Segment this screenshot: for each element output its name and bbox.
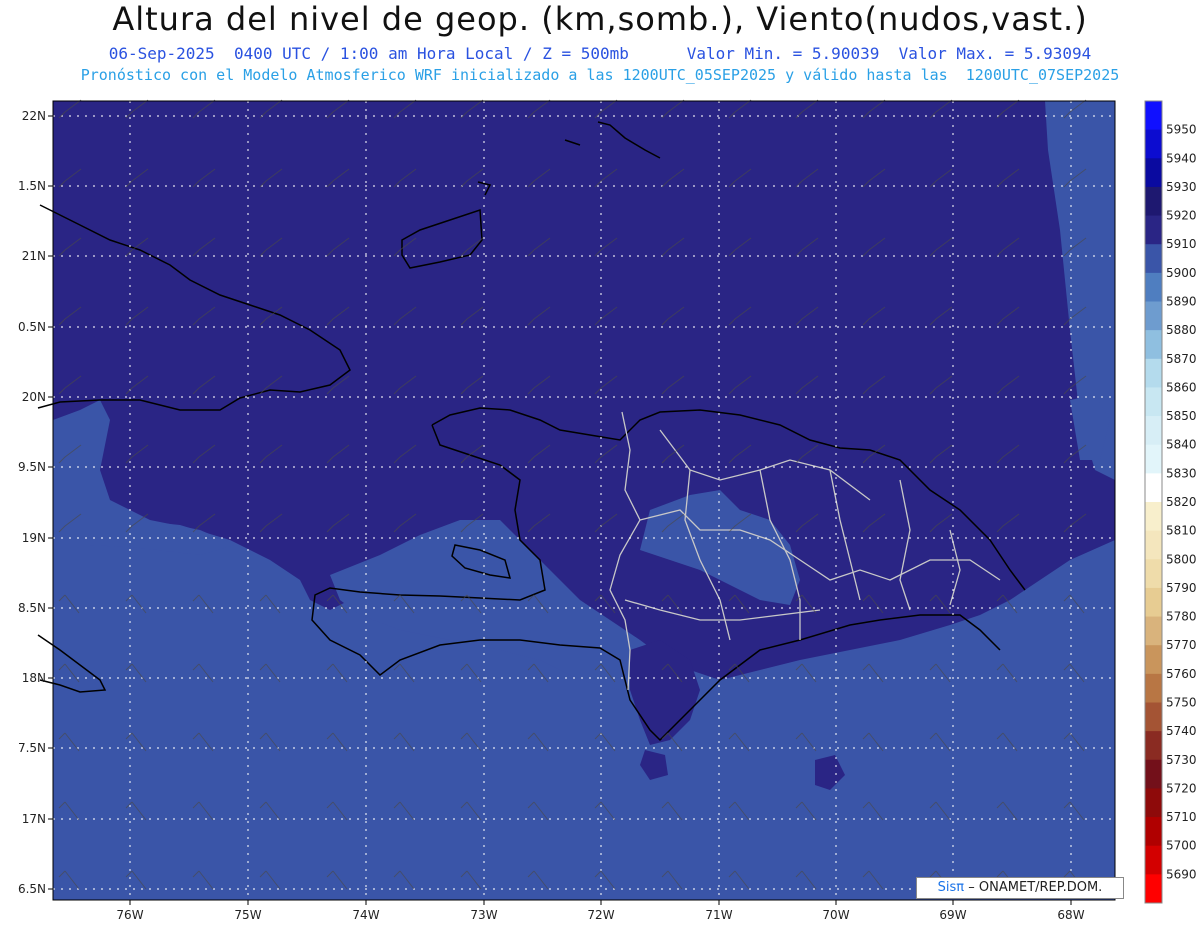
colorbar-swatch xyxy=(1145,645,1162,675)
colorbar-swatch xyxy=(1145,301,1162,331)
lat-label: 6.5N xyxy=(18,882,46,896)
colorbar-swatch xyxy=(1145,530,1162,560)
lon-label: 69W xyxy=(939,908,966,922)
colorbar-label: 5800 xyxy=(1166,552,1197,566)
colorbar-label: 5820 xyxy=(1166,495,1197,509)
colorbar-swatch xyxy=(1145,158,1162,188)
lat-label: 1.5N xyxy=(18,179,46,193)
credit-text: – ONAMET/REP.DOM. xyxy=(968,880,1103,895)
colorbar-swatch xyxy=(1145,101,1162,131)
colorbar-swatch xyxy=(1145,186,1162,217)
colorbar-label: 5720 xyxy=(1166,781,1197,795)
colorbar-label: 5850 xyxy=(1166,409,1197,423)
colorbar-swatch xyxy=(1145,215,1162,245)
colorbar-swatch xyxy=(1145,473,1162,503)
colorbar-label: 5870 xyxy=(1166,352,1197,366)
lon-label: 73W xyxy=(470,908,497,922)
colorbar-swatch xyxy=(1145,559,1162,589)
colorbar-label: 5900 xyxy=(1166,266,1197,280)
colorbar-label: 5840 xyxy=(1166,438,1197,452)
colorbar-swatch xyxy=(1145,502,1162,532)
geopotential-field xyxy=(53,101,1115,900)
lat-label: 21N xyxy=(22,249,46,263)
longitude-labels: 76W 75W 74W 73W 72W 71W 70W 69W 68W xyxy=(116,900,1085,922)
colorbar-label: 5830 xyxy=(1166,466,1197,480)
colorbar-swatch xyxy=(1145,387,1162,417)
colorbar-swatch xyxy=(1145,444,1162,474)
lat-label: 18N xyxy=(22,671,46,685)
colorbar-label: 5810 xyxy=(1166,524,1197,538)
lon-label: 72W xyxy=(587,908,614,922)
colorbar-swatch xyxy=(1145,358,1162,388)
lon-label: 75W xyxy=(234,908,261,922)
colorbar-label: 5890 xyxy=(1166,295,1197,309)
lon-label: 70W xyxy=(822,908,849,922)
colorbar-label: 5930 xyxy=(1166,180,1197,194)
colorbar-swatch xyxy=(1145,845,1162,875)
lat-label: 17N xyxy=(22,812,46,826)
colorbar-swatch xyxy=(1145,416,1162,446)
colorbar-label: 5740 xyxy=(1166,724,1197,738)
colorbar-label: 5760 xyxy=(1166,667,1197,681)
lon-label: 76W xyxy=(116,908,143,922)
colorbar-label: 5790 xyxy=(1166,581,1197,595)
colorbar-swatch xyxy=(1145,616,1162,646)
colorbar-label: 5950 xyxy=(1166,123,1197,137)
colorbar-label: 5750 xyxy=(1166,696,1197,710)
lat-label: 19N xyxy=(22,531,46,545)
latitude-labels: 22N 1.5N 21N 0.5N 20N 9.5N 19N 8.5N 18N 7.5N 17N 6.… xyxy=(18,109,53,896)
colorbar-label: 5860 xyxy=(1166,380,1197,394)
colorbar-swatch xyxy=(1145,817,1162,847)
lon-label: 74W xyxy=(352,908,379,922)
lat-label: 22N xyxy=(22,109,46,123)
colorbar-label: 5730 xyxy=(1166,753,1197,767)
colorbar-label: 5780 xyxy=(1166,610,1197,624)
colorbar-swatch xyxy=(1145,587,1162,618)
colorbar-label: 5770 xyxy=(1166,638,1197,652)
colorbar-swatch xyxy=(1145,702,1162,732)
colorbar-label: 5690 xyxy=(1166,867,1197,881)
colorbar-swatch xyxy=(1145,673,1162,703)
lon-label: 68W xyxy=(1057,908,1084,922)
map-canvas: 22N 1.5N 21N 0.5N 20N 9.5N 19N 8.5N 18N 7.5N 17N 6.… xyxy=(18,99,1197,922)
colorbar-swatch xyxy=(1145,874,1162,904)
colorbar-label: 5940 xyxy=(1166,151,1197,165)
lat-label: 9.5N xyxy=(18,460,46,474)
lat-label: 7.5N xyxy=(18,741,46,755)
colorbar-swatch xyxy=(1145,272,1162,302)
lat-label: 8.5N xyxy=(18,601,46,615)
colorbar-swatch xyxy=(1145,731,1162,761)
lat-label: 20N xyxy=(22,390,46,404)
sispi-logo: Sisπ xyxy=(937,880,965,895)
colorbar-label: 5880 xyxy=(1166,323,1197,337)
colorbar-swatch xyxy=(1145,759,1162,789)
colorbar-label: 5920 xyxy=(1166,209,1197,223)
colorbar-swatch xyxy=(1145,330,1162,360)
lon-label: 71W xyxy=(705,908,732,922)
colorbar-swatch xyxy=(1145,244,1162,274)
colorbar-swatch xyxy=(1145,129,1162,159)
lat-label: 0.5N xyxy=(18,320,46,334)
colorbar-swatch xyxy=(1145,788,1162,818)
colorbar-label: 5710 xyxy=(1166,810,1197,824)
credit-box: Sisπ – ONAMET/REP.DOM. xyxy=(916,877,1124,899)
colorbar-label: 5910 xyxy=(1166,237,1197,251)
colorbar: 5950 5940 5930 5920 5910 5900 5890 5880 5870 5860… xyxy=(1144,100,1197,904)
colorbar-label: 5700 xyxy=(1166,839,1197,853)
